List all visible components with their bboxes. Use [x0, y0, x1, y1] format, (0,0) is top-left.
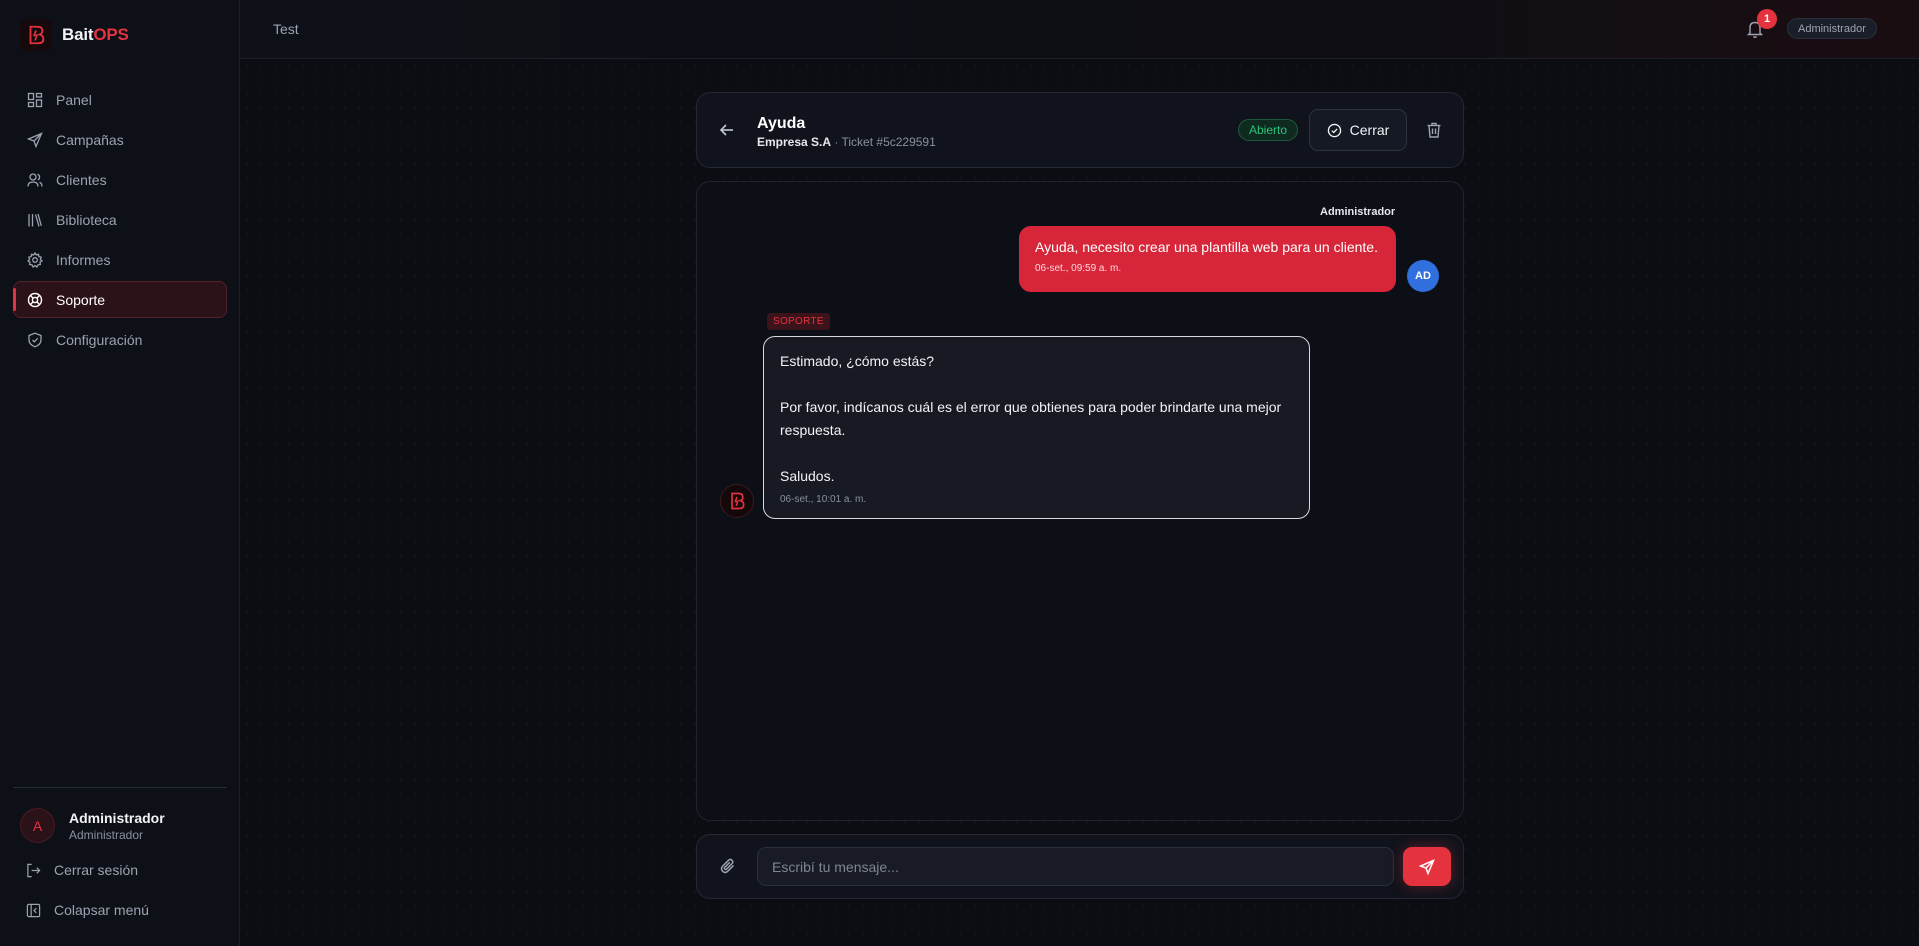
sidebar-item-clientes[interactable]: Clientes	[13, 161, 227, 198]
ticket-subtitle: Empresa S.A · Ticket #5c229591	[757, 135, 936, 149]
library-icon	[28, 213, 42, 226]
sidebar-nav: Panel Campañas Clientes Biblioteca Infor…	[13, 81, 227, 361]
sidebar: BaitOPS Panel Campañas Clientes Bibliote…	[0, 0, 240, 946]
support-tag: SOPORTE	[767, 313, 830, 330]
ticket-company: Empresa S.A	[757, 135, 832, 149]
message-input[interactable]	[757, 847, 1394, 886]
support-avatar-icon	[720, 484, 754, 518]
sidebar-item-label: Biblioteca	[56, 211, 117, 228]
message-gap	[780, 442, 1293, 465]
sidebar-divider	[13, 787, 227, 788]
ticket-number: Ticket #5c229591	[841, 135, 936, 149]
topbar: Test 1 Administrador	[240, 0, 1919, 59]
lifebuoy-icon	[27, 292, 43, 307]
sidebar-item-campanas[interactable]: Campañas	[13, 121, 227, 158]
message-sender: Administrador	[1320, 206, 1396, 218]
gear-icon	[27, 251, 43, 268]
sidebar-item-informes[interactable]: Informes	[13, 241, 227, 278]
message-time: 06-set., 10:01 a. m.	[780, 494, 867, 505]
sidebar-item-soporte[interactable]: Soporte	[13, 281, 227, 318]
trash-icon[interactable]	[1425, 121, 1443, 139]
close-ticket-label: Cerrar	[1349, 122, 1390, 138]
message-line: Estimado, ¿cómo estás?	[780, 353, 935, 369]
incoming-message: Estimado, ¿cómo estás? Por favor, indíca…	[763, 336, 1310, 519]
sidebar-item-label: Campañas	[56, 131, 124, 148]
chat-panel: Administrador Ayuda, necesito crear una …	[696, 181, 1464, 821]
user-name: Administrador	[69, 809, 165, 826]
arrow-left-icon[interactable]	[717, 120, 737, 140]
message-composer	[696, 834, 1464, 899]
message-line: Saludos.	[780, 468, 835, 484]
ticket-title: Ayuda	[757, 115, 806, 132]
shield-icon	[28, 332, 42, 347]
sidebar-item-label: Soporte	[56, 291, 106, 308]
sidebar-item-label: Configuración	[56, 331, 143, 348]
brand-name: BaitOPS	[62, 25, 129, 44]
logout-label: Cerrar sesión	[54, 862, 139, 878]
check-circle-icon	[1327, 123, 1341, 137]
message-gap	[780, 373, 1293, 396]
sidebar-item-label: Clientes	[56, 171, 107, 188]
users-icon	[27, 172, 43, 187]
outgoing-message: Ayuda, necesito crear una plantilla web …	[1019, 226, 1396, 292]
sidebar-item-panel[interactable]: Panel	[13, 81, 227, 118]
sidebar-item-label: Panel	[56, 91, 92, 108]
message-line: Por favor, indícanos cuál es el error qu…	[780, 399, 1282, 415]
page-title: Test	[273, 21, 299, 37]
collapse-menu-button[interactable]: Colapsar menú	[26, 902, 149, 918]
message-text: Ayuda, necesito crear una plantilla web …	[1035, 239, 1378, 255]
sidebar-collapse-icon	[26, 903, 41, 917]
ticket-separator: ·	[831, 135, 842, 149]
grid-icon	[27, 92, 43, 107]
notification-badge: 1	[1757, 9, 1777, 29]
ticket-header: Ayuda Empresa S.A · Ticket #5c229591 Abi…	[696, 92, 1464, 168]
collapse-menu-label: Colapsar menú	[54, 902, 149, 918]
status-badge: Abierto	[1238, 119, 1299, 141]
sidebar-item-configuracion[interactable]: Configuración	[13, 321, 227, 358]
avatar: AD	[1407, 260, 1439, 292]
sidebar-user[interactable]: A Administrador Administrador	[20, 808, 165, 843]
brand[interactable]: BaitOPS	[20, 19, 129, 51]
send-icon	[27, 131, 43, 148]
send-icon	[1419, 858, 1435, 875]
avatar: A	[20, 808, 55, 843]
close-ticket-button[interactable]: Cerrar	[1309, 109, 1407, 151]
message-time: 06-set., 09:59 a. m.	[1035, 263, 1122, 274]
sidebar-item-biblioteca[interactable]: Biblioteca	[13, 201, 227, 238]
paperclip-icon[interactable]	[718, 856, 738, 876]
send-button[interactable]	[1403, 847, 1451, 886]
logout-button[interactable]: Cerrar sesión	[26, 862, 138, 878]
user-role: Administrador	[69, 827, 144, 842]
logout-icon	[27, 863, 41, 877]
brand-logo-icon	[20, 19, 52, 51]
message-line: respuesta.	[780, 422, 846, 438]
role-badge[interactable]: Administrador	[1787, 18, 1877, 39]
sidebar-item-label: Informes	[56, 251, 111, 268]
